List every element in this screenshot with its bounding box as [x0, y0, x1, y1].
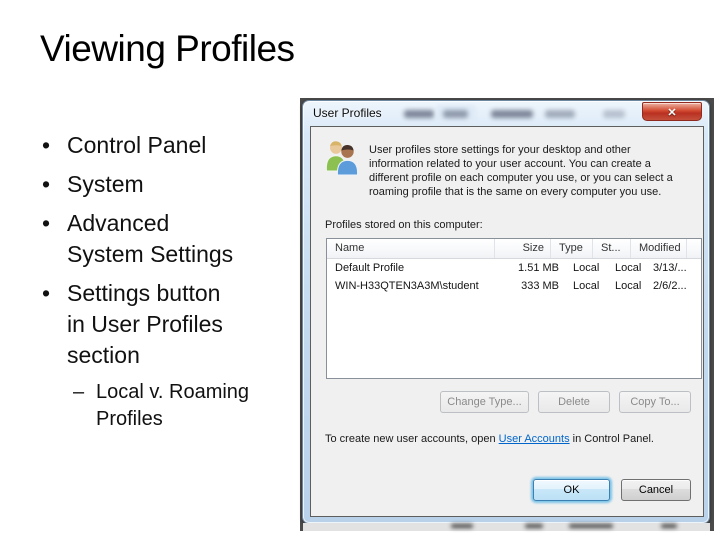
profiles-stored-label: Profiles stored on this computer: [325, 219, 483, 231]
blurred-tab [404, 110, 434, 118]
profiles-listview: Name Size Type St... Modified Default Pr… [326, 238, 702, 379]
dialog-description: User profiles store settings for your de… [369, 144, 673, 198]
hint-text-after: in Control Panel. [569, 433, 654, 445]
close-icon: ✕ [667, 107, 677, 119]
list-item: • Control Panel [42, 130, 298, 161]
bullet-icon: • [42, 280, 51, 306]
blurred-background-button [569, 524, 613, 528]
blurred-background-button [661, 524, 677, 528]
dash-icon: – [73, 381, 85, 403]
list-item: • Advanced System Settings [42, 208, 298, 270]
copy-to-button[interactable]: Copy To... [619, 391, 691, 413]
column-header-size[interactable]: Size [495, 239, 551, 258]
column-header-name[interactable]: Name [327, 239, 495, 258]
delete-button[interactable]: Delete [538, 391, 610, 413]
cell-modified: 2/6/2... [653, 280, 687, 292]
user-accounts-link[interactable]: User Accounts [499, 433, 570, 445]
column-header-spacer [687, 239, 701, 258]
cell-type: Local [573, 280, 600, 292]
bullet-icon: • [42, 132, 51, 158]
bullet-text: Advanced System Settings [67, 210, 234, 267]
create-accounts-hint: To create new user accounts, open User A… [325, 433, 654, 445]
cell-type: Local [573, 262, 600, 274]
blurred-background-button [525, 524, 543, 528]
bullet-icon: • [42, 171, 51, 197]
bullet-text: Settings button in User Profiles section [67, 280, 223, 368]
user-profiles-dialog-screenshot: User Profiles ✕ User profiles store sett… [300, 98, 714, 531]
list-item-sub: – Local v. Roaming Profiles [73, 379, 298, 433]
blurred-tab [443, 110, 468, 118]
slide: Viewing Profiles • Control Panel • Syste… [0, 0, 720, 540]
list-item: • Settings button in User Profiles secti… [42, 278, 298, 371]
two-users-icon [325, 141, 359, 176]
table-row[interactable]: WIN-H33QTEN3A3M\student 333 MB Local Loc… [327, 277, 701, 295]
table-row[interactable]: Default Profile 1.51 MB Local Local 3/13… [327, 259, 701, 277]
cell-size: 333 MB [521, 280, 559, 292]
page-title: Viewing Profiles [40, 28, 295, 69]
bullet-list: • Control Panel • System • Advanced Syst… [42, 130, 298, 441]
listview-header: Name Size Type St... Modified [327, 239, 701, 259]
bullet-text: System [67, 171, 144, 197]
ok-button[interactable]: OK [533, 479, 610, 501]
column-header-modified[interactable]: Modified [631, 239, 687, 258]
cell-name: WIN-H33QTEN3A3M\student [335, 280, 479, 292]
close-button[interactable]: ✕ [642, 102, 702, 121]
cell-modified: 3/13/... [653, 262, 687, 274]
blurred-tab [603, 110, 625, 118]
hint-text-before: To create new user accounts, open [325, 433, 499, 445]
cell-status: Local [615, 262, 642, 274]
bullet-icon: • [42, 210, 51, 236]
dialog-client-area: User profiles store settings for your de… [310, 126, 704, 517]
column-header-type[interactable]: Type [551, 239, 593, 258]
background-window-edge [303, 523, 710, 531]
user-profiles-dialog: User Profiles ✕ User profiles store sett… [302, 100, 710, 524]
list-item: • System [42, 169, 298, 200]
cancel-button[interactable]: Cancel [621, 479, 691, 501]
blurred-tab [491, 110, 533, 118]
bullet-text: Local v. Roaming Profiles [96, 381, 250, 430]
dialog-title: User Profiles [313, 106, 382, 120]
cell-name: Default Profile [335, 262, 405, 274]
blurred-background-button [451, 524, 473, 528]
cell-status: Local [615, 280, 642, 292]
column-header-status[interactable]: St... [593, 239, 631, 258]
change-type-button[interactable]: Change Type... [440, 391, 529, 413]
blurred-tab [545, 110, 575, 118]
bullet-text: Control Panel [67, 132, 207, 158]
cell-size: 1.51 MB [518, 262, 559, 274]
